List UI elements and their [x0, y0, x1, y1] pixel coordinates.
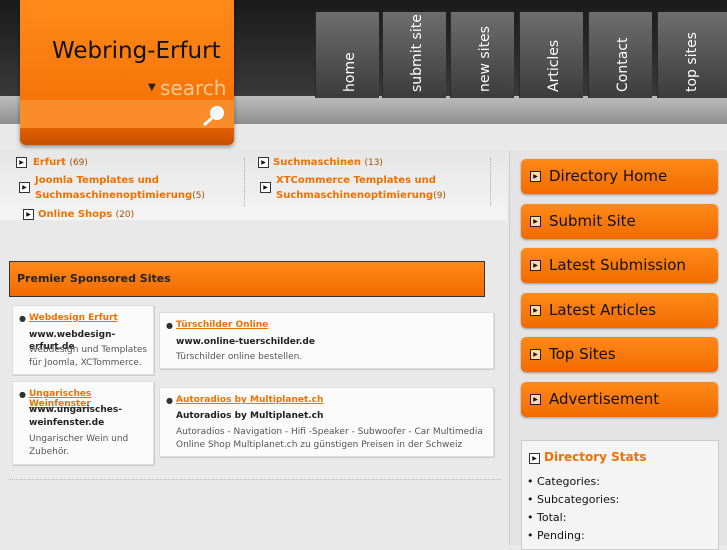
nav-home[interactable]: home: [315, 12, 379, 98]
sponsored-card: ● Autoradios by Multiplanet.ch Autoradio…: [159, 387, 494, 457]
latest-submission-button[interactable]: ▶ Latest Submission: [521, 248, 718, 283]
category-arrow-icon: ▶: [19, 182, 30, 193]
nav-new-sites-label: new sites: [477, 26, 493, 92]
category-divider: [490, 158, 492, 206]
nav-articles[interactable]: Articles: [519, 12, 583, 98]
sponsored-link[interactable]: Webdesign Erfurt: [29, 313, 118, 323]
bullet-icon: ●: [166, 321, 173, 330]
category-arrow-icon: ▶: [23, 209, 34, 220]
sponsored-url: Autoradios by Multiplanet.ch: [176, 411, 324, 421]
sponsored-description: Online Shop Multiplanet.ch zu günstigen …: [176, 440, 463, 450]
advertisement-button[interactable]: ▶ Advertisement: [521, 382, 718, 417]
sponsored-link[interactable]: Autoradios by Multiplanet.ch: [176, 395, 323, 405]
nav-articles-label: Articles: [546, 39, 562, 92]
arrow-icon: ▶: [530, 216, 541, 227]
category-count: (5): [192, 191, 205, 201]
button-label: Latest Submission: [549, 256, 686, 274]
button-label: Latest Articles: [549, 301, 657, 319]
button-label: Directory Home: [549, 167, 668, 185]
search-arrow-icon: ▼: [148, 82, 156, 93]
nav-new-sites[interactable]: new sites: [450, 12, 514, 98]
button-label: Submit Site: [549, 212, 636, 230]
sponsored-url: www.online-tuerschilder.de: [176, 337, 315, 347]
sponsored-card: ● Webdesign Erfurt www.webdesign-erfurt.…: [12, 305, 154, 375]
category-xtcommerce[interactable]: XTCommerce Templates und Suchmaschinenop…: [276, 173, 446, 204]
magnifier-icon: [203, 106, 224, 127]
sponsored-card: ● Türschilder Online www.online-tuerschi…: [159, 312, 494, 369]
nav-submit-site[interactable]: submit site: [382, 12, 446, 98]
category-name-line2: Suchmaschinenoptimierung: [35, 190, 193, 201]
category-name: Suchmaschinen: [273, 157, 361, 168]
nav-top-sites[interactable]: top sites: [657, 12, 727, 98]
stat-pending: • Pending:: [527, 529, 585, 542]
arrow-icon: ▶: [530, 260, 541, 271]
nav-contact[interactable]: Contact: [588, 12, 652, 98]
sponsored-description: Zubehör.: [29, 447, 70, 457]
nav-contact-label: Contact: [615, 37, 631, 92]
top-sites-button[interactable]: ▶ Top Sites: [521, 337, 718, 372]
category-arrow-icon: ▶: [16, 157, 27, 168]
button-label: Top Sites: [549, 345, 616, 363]
arrow-icon: ▶: [530, 349, 541, 360]
logo-panel-footer: [20, 128, 234, 145]
category-arrow-icon: ▶: [260, 182, 271, 193]
nav-top-sites-label: top sites: [684, 32, 700, 92]
category-name-line2: Suchmaschinenoptimierung: [276, 190, 434, 201]
category-name: Erfurt: [33, 157, 66, 168]
category-count: (69): [69, 158, 88, 168]
sponsored-description: für Joomla, XCTommerce.: [29, 358, 142, 368]
stat-label: Total:: [537, 511, 567, 524]
sponsored-description: Türschilder online bestellen.: [176, 352, 303, 362]
content-divider: [9, 479, 501, 481]
sponsored-url: www.ungarisches-: [29, 405, 122, 415]
category-online-shops[interactable]: Online Shops (20): [38, 207, 134, 223]
sponsored-description: Webdesign und Templates: [29, 345, 148, 355]
category-count: (13): [364, 158, 383, 168]
category-name-line1: XTCommerce Templates und: [276, 175, 436, 186]
arrow-icon: ▶: [529, 453, 540, 464]
nav-submit-site-label: submit site: [409, 14, 425, 92]
bullet-icon: ●: [19, 314, 26, 323]
category-count: (9): [433, 191, 446, 201]
premier-sponsored-title: Premier Sponsored Sites: [17, 272, 171, 285]
category-count: (20): [115, 210, 135, 220]
search-button[interactable]: [200, 104, 228, 128]
arrow-icon: ▶: [530, 171, 541, 182]
bullet-icon: ●: [166, 396, 173, 405]
search-label: search: [160, 76, 227, 100]
stat-total: • Total:: [527, 511, 567, 524]
sponsored-card: ● Ungarisches Weinfenster www.ungarische…: [12, 381, 154, 465]
sponsored-url: weinfenster.de: [29, 418, 105, 428]
sponsored-link[interactable]: Türschilder Online: [176, 320, 268, 330]
category-divider: [244, 158, 246, 206]
category-erfurt[interactable]: Erfurt (69): [33, 155, 88, 171]
directory-home-button[interactable]: ▶ Directory Home: [521, 159, 718, 194]
submit-site-button[interactable]: ▶ Submit Site: [521, 204, 718, 239]
stat-label: Categories:: [537, 475, 600, 488]
directory-stats-title: Directory Stats: [544, 450, 647, 464]
stat-label: Subcategories:: [537, 493, 620, 506]
stat-categories: • Categories:: [527, 475, 600, 488]
category-name-line1: Joomla Templates und: [35, 175, 159, 186]
sponsored-description: Ungarischer Wein und: [29, 434, 129, 444]
sponsored-description: Autoradios - Navigation - Hifi -Speaker …: [176, 427, 483, 437]
stat-subcategories: • Subcategories:: [527, 493, 620, 506]
arrow-icon: ▶: [530, 305, 541, 316]
site-title: Webring-Erfurt: [52, 38, 221, 64]
stat-label: Pending:: [537, 529, 585, 542]
arrow-icon: ▶: [530, 394, 541, 405]
category-suchmaschinen[interactable]: Suchmaschinen (13): [273, 155, 383, 171]
category-name: Online Shops: [38, 209, 113, 220]
bullet-icon: ●: [19, 390, 26, 399]
category-joomla[interactable]: Joomla Templates und Suchmaschinenoptimi…: [35, 173, 205, 204]
nav-home-label: home: [342, 52, 358, 92]
button-label: Advertisement: [549, 390, 660, 408]
latest-articles-button[interactable]: ▶ Latest Articles: [521, 293, 718, 328]
category-arrow-icon: ▶: [258, 157, 269, 168]
